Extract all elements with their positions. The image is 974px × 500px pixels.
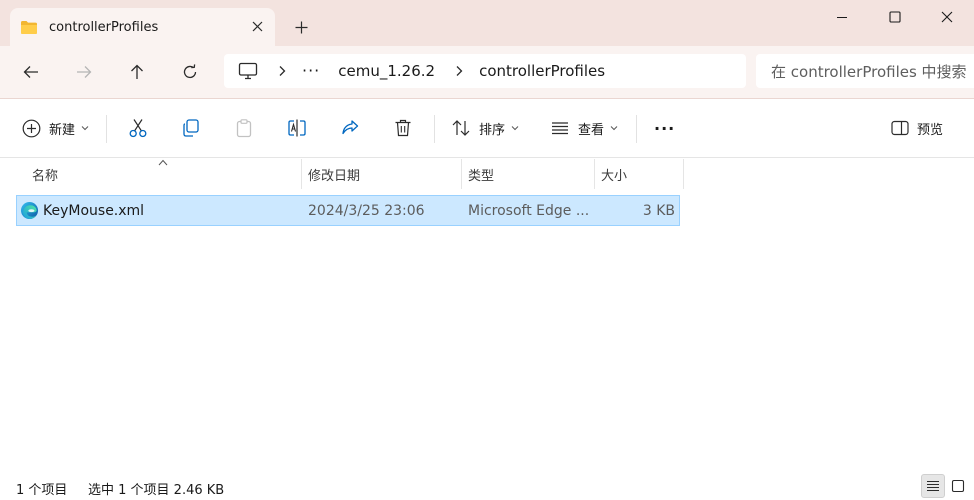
minimize-button[interactable] (815, 0, 869, 34)
forward-button[interactable] (70, 58, 98, 86)
this-pc-icon (238, 62, 258, 80)
arrow-up-icon (131, 64, 143, 79)
file-row[interactable]: KeyMouse.xml 2024/3/25 23:06 Microsoft E… (16, 195, 680, 226)
sort-ascending-icon (158, 159, 168, 166)
close-window-button[interactable] (920, 0, 974, 34)
edge-icon (20, 201, 39, 220)
chevron-down-icon (511, 126, 519, 131)
tiles-view-button[interactable] (946, 474, 970, 498)
column-divider[interactable] (461, 159, 462, 189)
refresh-button[interactable] (176, 58, 204, 86)
chevron-down-icon (610, 126, 618, 131)
title-bar: controllerProfiles (0, 0, 974, 46)
view-button-label: 查看 (578, 122, 605, 138)
column-divider[interactable] (594, 159, 595, 189)
status-bar: 1 个项目 选中 1 个项目 2.46 KB (0, 474, 974, 500)
new-tab-button[interactable] (290, 16, 312, 38)
file-size: 3 KB (642, 202, 675, 219)
item-count: 1 个项目 (16, 483, 68, 498)
arrow-left-icon (23, 66, 38, 78)
trash-icon (395, 119, 411, 137)
chevron-down-icon (81, 126, 89, 131)
share-button[interactable] (340, 113, 360, 143)
scissors-icon (129, 119, 147, 138)
share-icon (342, 120, 359, 135)
column-header-size[interactable]: 大小 (601, 159, 627, 189)
rename-button[interactable] (287, 113, 307, 143)
minimize-icon (837, 17, 847, 18)
selection-info: 选中 1 个项目 2.46 KB (88, 483, 225, 498)
breadcrumb-item[interactable]: controllerProfiles (479, 62, 605, 80)
navigation-bar: ··· cemu_1.26.2 controllerProfiles 在 con… (0, 46, 974, 98)
column-header-name[interactable]: 名称 (32, 159, 58, 189)
clipboard-icon (236, 119, 252, 138)
up-button[interactable] (123, 58, 151, 86)
arrow-right-icon (77, 66, 92, 78)
toolbar-separator (636, 115, 637, 143)
paste-button[interactable] (234, 113, 254, 143)
plus-icon (295, 21, 307, 33)
column-headers: 名称 修改日期 类型 大小 (0, 159, 974, 189)
command-bar: 新建 排序 查看 ··· 预览 (0, 98, 974, 158)
cut-button[interactable] (128, 113, 148, 143)
close-tab-button[interactable] (247, 16, 267, 36)
sort-button[interactable]: 排序 (451, 113, 519, 143)
preview-pane-button[interactable]: 预览 (891, 113, 943, 143)
sort-button-label: 排序 (479, 122, 506, 138)
copy-button[interactable] (181, 113, 201, 143)
details-view-button[interactable] (921, 474, 945, 498)
search-input[interactable]: 在 controllerProfiles 中搜索 (756, 54, 974, 88)
tab-controller-profiles[interactable]: controllerProfiles (10, 8, 275, 46)
breadcrumb-item[interactable]: cemu_1.26.2 (338, 62, 435, 80)
preview-pane-icon (891, 120, 909, 136)
file-date-modified: 2024/3/25 23:06 (308, 202, 425, 219)
breadcrumb-overflow[interactable]: ··· (302, 63, 320, 79)
toolbar-separator (434, 115, 435, 143)
copy-icon (183, 119, 199, 137)
new-button-label: 新建 (49, 122, 76, 138)
preview-pane-label: 预览 (917, 122, 944, 138)
rename-icon (288, 119, 306, 137)
details-view-icon (927, 480, 939, 492)
view-button[interactable]: 查看 (550, 113, 618, 143)
refresh-icon (183, 64, 197, 79)
back-button[interactable] (17, 58, 45, 86)
close-icon (252, 21, 262, 31)
add-circle-icon (22, 119, 41, 137)
folder-icon (21, 20, 37, 34)
column-header-date-modified[interactable]: 修改日期 (308, 159, 360, 189)
file-name: KeyMouse.xml (43, 202, 145, 219)
chevron-right-icon[interactable] (276, 65, 288, 77)
tab-title: controllerProfiles (49, 19, 159, 35)
file-type: Microsoft Edge ... (468, 202, 590, 219)
chevron-right-icon[interactable] (453, 65, 465, 77)
maximize-icon (889, 11, 901, 23)
column-divider[interactable] (301, 159, 302, 189)
column-divider[interactable] (683, 159, 684, 189)
maximize-button[interactable] (868, 0, 922, 34)
sort-icon (452, 120, 470, 136)
tiles-view-icon (951, 479, 965, 493)
list-view-icon (552, 122, 568, 135)
delete-button[interactable] (393, 113, 413, 143)
more-options-button[interactable]: ··· (654, 113, 675, 143)
toolbar-separator (106, 115, 107, 143)
close-icon (941, 11, 953, 23)
column-header-type[interactable]: 类型 (468, 159, 494, 189)
new-button[interactable]: 新建 (22, 113, 89, 143)
address-bar[interactable]: ··· cemu_1.26.2 controllerProfiles (224, 54, 746, 88)
